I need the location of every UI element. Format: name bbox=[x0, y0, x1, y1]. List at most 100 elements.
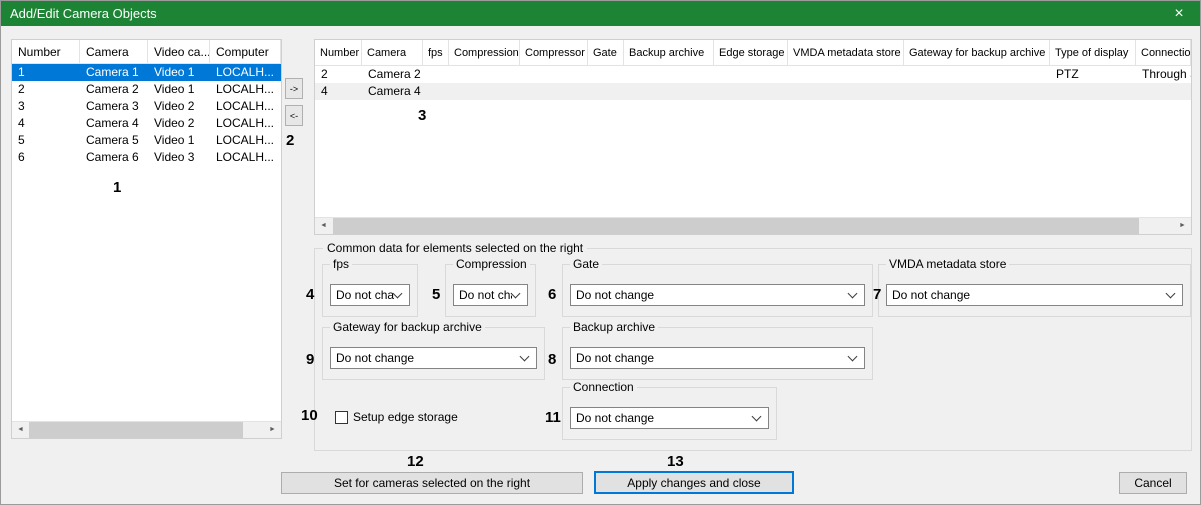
column-header-computer[interactable]: Computer bbox=[210, 40, 281, 63]
connection-group: Connection Do not change bbox=[562, 387, 777, 440]
left-table-header: Number Camera Video ca... Computer bbox=[12, 40, 281, 64]
gateway-for-backup-archive-group: Gateway for backup archive Do not change bbox=[322, 327, 545, 380]
cell-number: 5 bbox=[12, 132, 80, 149]
backup-archive-select[interactable]: Do not change bbox=[570, 347, 865, 369]
annotation-5: 5 bbox=[432, 286, 440, 303]
compression-select[interactable]: Do not cha bbox=[453, 284, 528, 306]
setup-edge-storage-checkbox[interactable]: Setup edge storage bbox=[335, 410, 458, 424]
connection-select[interactable]: Do not change bbox=[570, 407, 769, 429]
apply-changes-button[interactable]: Apply changes and close bbox=[594, 471, 794, 494]
column-header-backup-archive[interactable]: Backup archive bbox=[624, 40, 714, 65]
close-icon[interactable]: × bbox=[1158, 1, 1200, 26]
cell-number: 4 bbox=[315, 83, 362, 100]
column-header-compressor[interactable]: Compressor bbox=[520, 40, 588, 65]
column-header-gateway[interactable]: Gateway for backup archive bbox=[904, 40, 1050, 65]
cell-camera: Camera 2 bbox=[80, 81, 148, 98]
column-header-number[interactable]: Number bbox=[315, 40, 362, 65]
gate-label: Gate bbox=[570, 257, 602, 271]
table-row[interactable]: 4 Camera 4 bbox=[315, 83, 1191, 100]
cell-computer: LOCALH... bbox=[210, 64, 281, 81]
scroll-right-icon[interactable]: ► bbox=[264, 422, 281, 439]
table-row[interactable]: 6 Camera 6 Video 3 LOCALH... bbox=[12, 149, 281, 166]
column-header-camera[interactable]: Camera bbox=[362, 40, 423, 65]
scroll-left-icon[interactable]: ◄ bbox=[315, 218, 332, 235]
gateway-for-backup-archive-label: Gateway for backup archive bbox=[330, 320, 485, 334]
annotation-8: 8 bbox=[548, 351, 556, 368]
right-camera-table: Number Camera fps Compression Compressor… bbox=[314, 39, 1192, 235]
cell-gate bbox=[588, 83, 624, 100]
column-header-connection[interactable]: Connection bbox=[1136, 40, 1191, 65]
vmda-metadata-store-select[interactable]: Do not change bbox=[886, 284, 1183, 306]
fps-select[interactable]: Do not cha bbox=[330, 284, 410, 306]
cell-vmda bbox=[788, 83, 904, 100]
chevron-down-icon bbox=[752, 411, 762, 421]
cell-type-of-display bbox=[1050, 83, 1136, 100]
chevron-down-icon bbox=[511, 288, 521, 298]
cell-video: Video 1 bbox=[148, 132, 210, 149]
annotation-11: 11 bbox=[545, 409, 561, 426]
cancel-button[interactable]: Cancel bbox=[1119, 472, 1187, 494]
cell-computer: LOCALH... bbox=[210, 132, 281, 149]
compression-value: Do not cha bbox=[454, 288, 512, 302]
cell-camera: Camera 4 bbox=[362, 83, 423, 100]
gate-select[interactable]: Do not change bbox=[570, 284, 865, 306]
setup-edge-storage-label: Setup edge storage bbox=[353, 410, 458, 424]
cell-number: 3 bbox=[12, 98, 80, 115]
annotation-3: 3 bbox=[418, 107, 426, 124]
right-table-horizontal-scrollbar[interactable]: ◄ ► bbox=[315, 217, 1191, 234]
chevron-down-icon bbox=[393, 288, 403, 298]
cell-edge-storage bbox=[714, 83, 788, 100]
cell-backup-archive bbox=[624, 83, 714, 100]
table-row[interactable]: 4 Camera 4 Video 2 LOCALH... bbox=[12, 115, 281, 132]
scroll-left-icon[interactable]: ◄ bbox=[12, 422, 29, 439]
cell-compressor bbox=[520, 66, 588, 83]
cell-fps bbox=[423, 66, 449, 83]
chevron-down-icon bbox=[848, 351, 858, 361]
cell-gateway bbox=[904, 83, 1050, 100]
scroll-right-icon[interactable]: ► bbox=[1174, 218, 1191, 235]
gateway-for-backup-archive-select[interactable]: Do not change bbox=[330, 347, 537, 369]
column-header-video[interactable]: Video ca... bbox=[148, 40, 210, 63]
column-header-fps[interactable]: fps bbox=[423, 40, 449, 65]
cell-compression bbox=[449, 66, 520, 83]
column-header-type-of-display[interactable]: Type of display bbox=[1050, 40, 1136, 65]
move-to-right-button[interactable]: -> bbox=[285, 78, 303, 99]
left-table-horizontal-scrollbar[interactable]: ◄ ► bbox=[12, 421, 281, 438]
column-header-camera[interactable]: Camera bbox=[80, 40, 148, 63]
cell-number: 6 bbox=[12, 149, 80, 166]
vmda-metadata-store-value: Do not change bbox=[887, 288, 1167, 302]
scrollbar-thumb[interactable] bbox=[333, 218, 1139, 234]
cell-computer: LOCALH... bbox=[210, 149, 281, 166]
cell-number: 2 bbox=[12, 81, 80, 98]
scrollbar-thumb[interactable] bbox=[29, 422, 243, 438]
cell-video: Video 3 bbox=[148, 149, 210, 166]
cell-number: 2 bbox=[315, 66, 362, 83]
annotation-7: 7 bbox=[873, 286, 881, 303]
titlebar[interactable]: Add/Edit Camera Objects × bbox=[1, 1, 1200, 26]
column-header-compression[interactable]: Compression bbox=[449, 40, 520, 65]
column-header-vmda[interactable]: VMDA metadata store bbox=[788, 40, 904, 65]
annotation-12: 12 bbox=[407, 453, 424, 470]
checkbox-box[interactable] bbox=[335, 411, 348, 424]
cell-gateway bbox=[904, 66, 1050, 83]
compression-group: Compression Do not cha bbox=[445, 264, 536, 317]
backup-archive-value: Do not change bbox=[571, 351, 849, 365]
set-for-cameras-button[interactable]: Set for cameras selected on the right bbox=[281, 472, 583, 494]
table-row[interactable]: 2 Camera 2 Video 1 LOCALH... bbox=[12, 81, 281, 98]
table-row[interactable]: 3 Camera 3 Video 2 LOCALH... bbox=[12, 98, 281, 115]
add-edit-camera-objects-dialog: Add/Edit Camera Objects × Number Camera … bbox=[0, 0, 1201, 505]
cell-connection bbox=[1136, 83, 1191, 100]
backup-archive-label: Backup archive bbox=[570, 320, 658, 334]
fps-label: fps bbox=[330, 257, 352, 271]
table-row[interactable]: 2 Camera 2 PTZ Through Se bbox=[315, 66, 1191, 83]
column-header-number[interactable]: Number bbox=[12, 40, 80, 63]
connection-label: Connection bbox=[570, 380, 637, 394]
move-to-left-button[interactable]: <- bbox=[285, 105, 303, 126]
vmda-metadata-store-label: VMDA metadata store bbox=[886, 257, 1009, 271]
table-row[interactable]: 1 Camera 1 Video 1 LOCALH... bbox=[12, 64, 281, 81]
column-header-edge-storage[interactable]: Edge storage bbox=[714, 40, 788, 65]
table-row[interactable]: 5 Camera 5 Video 1 LOCALH... bbox=[12, 132, 281, 149]
annotation-4: 4 bbox=[306, 286, 314, 303]
cell-camera: Camera 1 bbox=[80, 64, 148, 81]
column-header-gate[interactable]: Gate bbox=[588, 40, 624, 65]
